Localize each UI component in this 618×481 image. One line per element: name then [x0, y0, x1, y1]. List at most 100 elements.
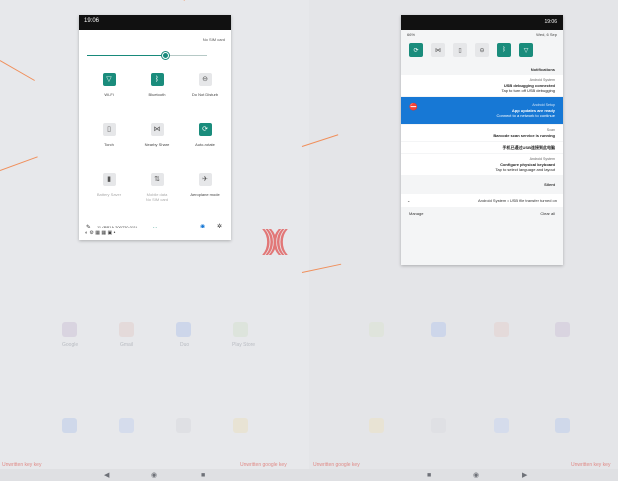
notifications-header: Notifications: [530, 67, 555, 72]
tile-label: Bluetooth: [148, 92, 166, 97]
date-label: Wed, 6 Sep: [536, 32, 557, 37]
stage: Google Gmail Duo Play Store Unwritten ke…: [0, 0, 618, 481]
tile-bluetooth[interactable]: ᛒ Bluetooth: [134, 73, 180, 97]
app-icon[interactable]: [431, 322, 446, 337]
app-label: Gmail: [120, 342, 134, 348]
notification-card[interactable]: 手机已通过USB连接到此电脑: [401, 142, 563, 153]
tile-label: Auto-rotate: [195, 142, 215, 147]
tile-label: Nearby Share: [144, 142, 170, 147]
tile-label: Do Not Disturb: [191, 92, 219, 97]
app-label: Duo: [180, 342, 190, 348]
sim-status: No SIM card: [202, 37, 225, 42]
nav-bar: ■ ◉ ▶: [309, 469, 618, 481]
back-icon[interactable]: ◀: [104, 472, 109, 479]
tile-label: Mobile data No SIM card: [145, 192, 169, 202]
status-time: 19:06: [544, 19, 557, 25]
tile-label: Battery Saver: [96, 192, 122, 197]
battery-level: 66%: [407, 32, 416, 37]
home-icon[interactable]: ◉: [151, 472, 157, 479]
nav-bar: ◀ ◉ ■: [0, 469, 309, 481]
hint-text: Unwritten google key: [240, 462, 287, 468]
hint-text: Unwritten key key: [571, 462, 611, 468]
rotate-icon[interactable]: ⟳: [409, 43, 423, 57]
bluetooth-icon[interactable]: ᛒ: [497, 43, 511, 57]
app-icon[interactable]: [555, 322, 570, 337]
notification-title: Barcode scan service is running: [493, 133, 555, 138]
tile-label: Wi-Fi: [104, 92, 114, 97]
dnd-icon[interactable]: ⊖: [475, 43, 489, 57]
tray-icons: ◐ ⚙ ▦ ▦ ▣ •: [85, 230, 116, 236]
app-icon[interactable]: [62, 322, 77, 337]
silent-header: Silent: [544, 182, 555, 187]
dnd-icon: ⊖: [198, 73, 212, 86]
battery-icon: ▮: [102, 173, 116, 186]
tile-label: Torch: [104, 142, 114, 147]
status-bar: 19:06: [401, 15, 563, 30]
notification-shade: 19:06 66% Wed, 6 Sep ⟳ ⋈ ▯ ⊖ ᛒ ▽ Notific…: [401, 15, 563, 265]
tile-rotate[interactable]: ⟳ Auto-rotate: [182, 123, 228, 147]
notification-list: Android System USB debugging connected Tap…: [401, 75, 563, 175]
nearby-share-icon: ⋈: [150, 123, 164, 136]
notification-title: 手机已通过USB连接到此电脑: [502, 145, 555, 150]
app-icon[interactable]: [119, 322, 134, 337]
bluetooth-icon: ᛒ: [150, 73, 164, 86]
chrome-icon[interactable]: [431, 418, 446, 433]
status-time: 19:06: [84, 18, 100, 24]
quick-tiles-row: ⟳ ⋈ ▯ ⊖ ᛒ ▽: [401, 39, 563, 61]
mobile-data-icon: ⇅: [150, 173, 164, 186]
wifi-icon[interactable]: ▽: [519, 43, 533, 57]
brightness-knob[interactable]: [162, 52, 170, 59]
tile-torch[interactable]: ▯ Torch: [86, 123, 132, 147]
chrome-icon[interactable]: [176, 418, 191, 433]
phone-icon[interactable]: [62, 418, 77, 433]
home-icon[interactable]: ◉: [473, 472, 479, 479]
notification-card[interactable]: Scan Barcode scan service is running: [401, 125, 563, 141]
manage-button[interactable]: Manage: [409, 211, 423, 216]
wifi-off-icon: ⛔: [409, 104, 418, 111]
notification-card[interactable]: Android System Configure physical keyboar…: [401, 154, 563, 175]
back-icon[interactable]: ▶: [522, 472, 527, 479]
notification-card[interactable]: Android System USB debugging connected Tap…: [401, 75, 563, 96]
recents-icon[interactable]: ■: [201, 472, 205, 479]
brightness-slider[interactable]: [87, 52, 207, 59]
silent-notification[interactable]: ⌄ Android System • USB file transfer tur…: [401, 194, 563, 207]
tile-dnd[interactable]: ⊖ Do Not Disturb: [182, 73, 228, 97]
app-icon[interactable]: [494, 322, 509, 337]
shade-footer: Manage Clear all: [401, 207, 563, 220]
app-icon[interactable]: [233, 322, 248, 337]
wifi-icon: ▽: [102, 73, 116, 86]
camera-icon[interactable]: [233, 418, 248, 433]
expand-chevron-icon[interactable]: ⌄: [407, 198, 410, 203]
recents-icon[interactable]: ■: [427, 472, 431, 479]
app-label: Play Store: [232, 342, 256, 348]
messages-icon[interactable]: [494, 418, 509, 433]
app-label: Google: [62, 342, 79, 348]
tile-label: Aeroplane mode: [190, 192, 220, 197]
notification-card[interactable]: Android Setup App updates are ready Connec…: [401, 97, 563, 124]
airplane-icon: ✈: [198, 173, 212, 186]
app-icon[interactable]: [176, 322, 191, 337]
status-bar: 19:06: [79, 15, 231, 30]
quick-settings-panel: 19:06 No SIM card ▽ Wi-Fi ᛒ Bluetooth ⊖ Do No…: [79, 15, 231, 240]
silent-text: Android System • USB file transfer turne…: [478, 198, 557, 203]
brightness-fill: [87, 55, 167, 56]
rotate-icon: ⟳: [198, 123, 212, 136]
torch-icon: ▯: [102, 123, 116, 136]
clear-all-button[interactable]: Clear all: [540, 211, 555, 216]
tile-nearby-share[interactable]: ⋈ Nearby Share: [134, 123, 180, 147]
phone-icon[interactable]: [555, 418, 570, 433]
tile-wifi[interactable]: ▽ Wi-Fi: [86, 73, 132, 97]
torch-icon[interactable]: ▯: [453, 43, 467, 57]
tile-battery[interactable]: ▮ Battery Saver: [86, 173, 132, 197]
tile-airplane[interactable]: ✈ Aeroplane mode: [182, 173, 228, 197]
camera-icon[interactable]: [369, 418, 384, 433]
status-icons-tray: ◐ ⚙ ▦ ▦ ▣ •: [79, 228, 231, 238]
tile-mobile-data[interactable]: ⇅ Mobile data No SIM card: [134, 173, 180, 202]
shade-header: 66% Wed, 6 Sep: [401, 30, 563, 39]
hint-text: Unwritten google key: [313, 462, 360, 468]
app-icon[interactable]: [369, 322, 384, 337]
notification-text: Tap to turn off USB debugging: [501, 88, 555, 93]
mirror-waves-icon: )))(((: [262, 224, 288, 255]
nearby-share-icon[interactable]: ⋈: [431, 43, 445, 57]
messages-icon[interactable]: [119, 418, 134, 433]
